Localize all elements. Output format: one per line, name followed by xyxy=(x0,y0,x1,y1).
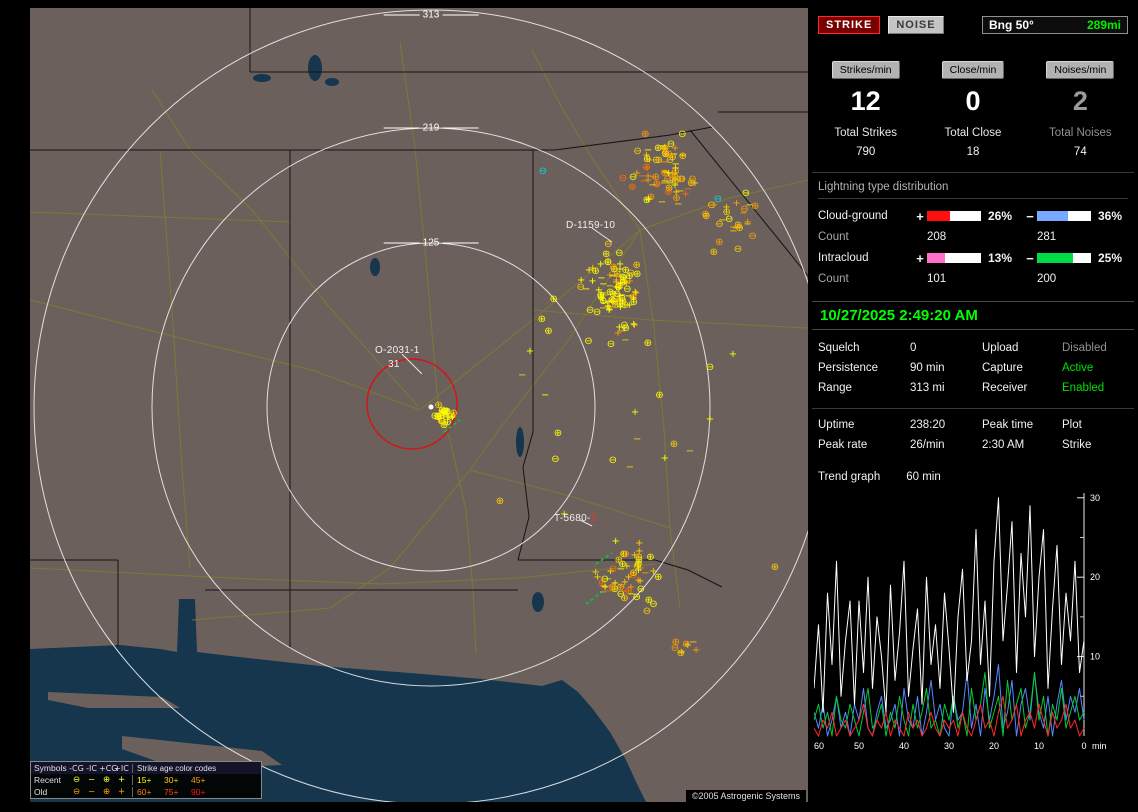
x-tick-label: 10 xyxy=(1034,741,1044,751)
distribution-bar xyxy=(1037,253,1091,263)
stats-columns: Strikes/min12Total Strikes790Close/min0T… xyxy=(812,60,1134,158)
grid-label: Squelch xyxy=(818,342,910,354)
noise-indicator-button[interactable]: NOISE xyxy=(888,16,943,34)
trend-graph-header: Trend graph 60 min xyxy=(818,471,1128,483)
distribution-count-row: Count208281 xyxy=(818,227,1128,247)
distribution-bar xyxy=(927,253,981,263)
grid-label: 2:30 AM xyxy=(982,439,1062,451)
trend-series-strikes xyxy=(814,498,1084,712)
grid-label: Peak rate xyxy=(818,439,910,451)
grid-value: 26/min xyxy=(910,439,982,451)
stat-column: Noises/min 2 Total Noises 74 xyxy=(1027,60,1134,158)
stat-column: Strikes/min 12 Total Strikes 790 xyxy=(812,60,919,158)
divider xyxy=(812,172,1134,173)
legend-row: Recent⊖−⊕+15+30+45+ xyxy=(31,774,261,786)
grid-value: Disabled xyxy=(1062,342,1128,354)
grid-value: 313 mi xyxy=(910,382,982,394)
grid-value: Strike xyxy=(1062,439,1128,451)
strike-indicator-button[interactable]: STRIKE xyxy=(818,16,880,34)
grid-value: Enabled xyxy=(1062,382,1128,394)
status-panel: STRIKE NOISE Bng 50° 289mi Strikes/min 12… xyxy=(812,8,1134,804)
x-axis-unit: min xyxy=(1092,741,1107,751)
trend-graph: 10 20 30 60 50 40 30 20 10 0 min xyxy=(814,493,1126,755)
distribution-title: Lightning type distribution xyxy=(818,181,1128,199)
map-geography xyxy=(30,8,808,802)
map-canvas[interactable]: +⊕++−−−⊕−⊕⊖⊕⊕⊖−+⊖⊕⊖⊕⊖+⊕−−−+⊕⊕⊕⊕++⊕+⊖⊕−−+… xyxy=(30,8,808,802)
grid-value: 238:20 xyxy=(910,419,982,431)
rate-value: 2 xyxy=(1027,86,1134,117)
x-tick-label: 0 xyxy=(1081,741,1086,751)
rate-value: 0 xyxy=(919,86,1026,117)
grid-value: Plot xyxy=(1062,419,1128,431)
indicator-bar: STRIKE NOISE Bng 50° 289mi xyxy=(818,16,1128,34)
y-tick-label: 30 xyxy=(1090,493,1100,503)
divider xyxy=(812,408,1134,409)
settings-grid: Squelch0UploadDisabled Persistence90 minC… xyxy=(818,342,1128,394)
grid-label: Persistence xyxy=(818,362,910,374)
y-tick-label: 20 xyxy=(1090,572,1100,582)
total-label: Total Close xyxy=(919,127,1026,139)
x-tick-label: 50 xyxy=(854,741,864,751)
total-label: Total Noises xyxy=(1027,127,1134,139)
lightning-tracker-app: { "copyright": "©2005 Astrogenic Systems… xyxy=(0,0,1138,812)
bearing-display: Bng 50° 289mi xyxy=(982,16,1128,34)
bearing-range-value: 289mi xyxy=(1087,18,1121,32)
total-value: 790 xyxy=(812,146,919,158)
grid-value: Active xyxy=(1062,362,1128,374)
legend-row: Old⊖−⊕+60+75+90+ xyxy=(31,786,261,798)
grid-label: Peak time xyxy=(982,419,1062,431)
datetime-display: 10/27/2025 2:49:20 AM xyxy=(812,301,1134,330)
map-legend: Symbols-CG-IC+CG+ICStrike age color code… xyxy=(30,761,262,799)
state-borders xyxy=(30,8,808,649)
distribution-row: Intracloud+13%−25% xyxy=(818,247,1128,269)
rate-header-button[interactable]: Strikes/min xyxy=(832,61,900,79)
grid-value: 90 min xyxy=(910,362,982,374)
roads xyxy=(30,42,808,654)
grid-value: 0 xyxy=(910,342,982,354)
grid-label: Upload xyxy=(982,342,1062,354)
stat-column: Close/min 0 Total Close 18 xyxy=(919,60,1026,158)
total-value: 18 xyxy=(919,146,1026,158)
uptime-grid: Uptime238:20Peak timePlot Peak rate26/min… xyxy=(818,419,1128,451)
total-value: 74 xyxy=(1027,146,1134,158)
distribution-bar xyxy=(927,211,981,221)
y-tick-label: 10 xyxy=(1090,652,1100,662)
trend-graph-label: Trend graph xyxy=(818,471,880,483)
x-tick-label: 30 xyxy=(944,741,954,751)
distribution-bar xyxy=(1037,211,1091,221)
total-label: Total Strikes xyxy=(812,127,919,139)
bearing-label: Bng 50° xyxy=(989,18,1034,32)
copyright-label: ©2005 Astrogenic Systems xyxy=(686,790,806,802)
rate-header-button[interactable]: Close/min xyxy=(942,61,1005,79)
grid-label: Receiver xyxy=(982,382,1062,394)
distribution-rows: Cloud-ground+26%−36%Count208281Intraclou… xyxy=(818,205,1128,289)
water-shapes xyxy=(30,55,646,802)
distribution-count-row: Count101200 xyxy=(818,269,1128,289)
grid-label: Capture xyxy=(982,362,1062,374)
distribution-row: Cloud-ground+26%−36% xyxy=(818,205,1128,227)
trend-window-value: 60 min xyxy=(906,471,941,483)
rate-header-button[interactable]: Noises/min xyxy=(1046,61,1114,79)
legend-row: Symbols-CG-IC+CG+ICStrike age color code… xyxy=(31,762,261,774)
x-tick-label: 40 xyxy=(899,741,909,751)
x-tick-label: 20 xyxy=(989,741,999,751)
x-tick-label: 60 xyxy=(814,741,824,751)
grid-label: Range xyxy=(818,382,910,394)
grid-label: Uptime xyxy=(818,419,910,431)
rate-value: 12 xyxy=(812,86,919,117)
